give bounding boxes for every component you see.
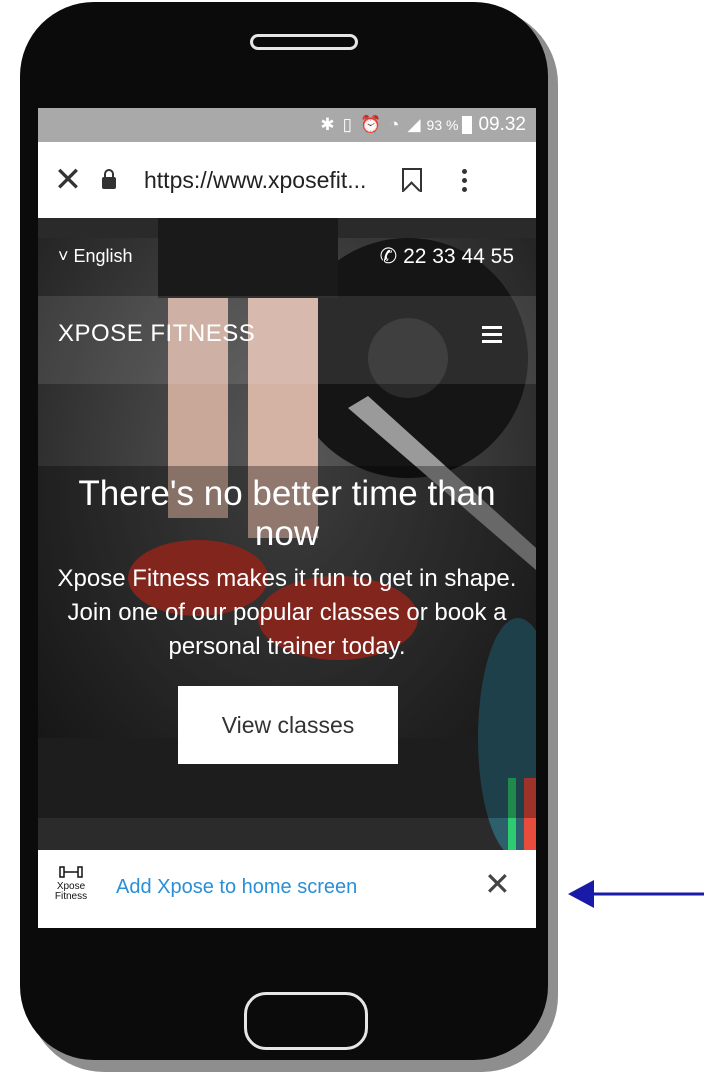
battery-icon [462, 116, 473, 134]
xpose-logo: Xpose Fitness [48, 864, 94, 902]
language-selector[interactable]: ˅ English [58, 246, 133, 267]
home-button[interactable] [244, 992, 368, 1050]
add-to-home-label[interactable]: Add Xpose to home screen [116, 876, 357, 899]
hamburger-menu-icon[interactable] [482, 326, 502, 347]
dismiss-banner-button[interactable]: ✕ [484, 868, 511, 900]
wifi-icon: ◔ [389, 115, 400, 134]
phone-link[interactable]: ✆ 22 33 44 55 [380, 244, 514, 269]
phone-screen: ✱ ▯ ⏰ ◔ ◢ 93 % 09.32 ✕ https://www.xpose… [38, 108, 536, 928]
hero-subtext: Xpose Fitness makes it fun to get in sha… [57, 565, 517, 660]
phone-speaker [250, 34, 358, 50]
status-bar: ✱ ▯ ⏰ ◔ ◢ 93 % 09.32 [38, 108, 536, 142]
language-label: English [73, 246, 133, 266]
bluetooth-icon: ✱ [320, 115, 335, 134]
overflow-menu-icon[interactable] [462, 168, 467, 192]
arrow-left-icon [568, 880, 704, 908]
dumbbell-icon [59, 866, 83, 878]
alarm-icon: ⏰ [360, 115, 382, 134]
chevron-down-icon: ˅ [58, 246, 69, 266]
status-time: 09.32 [478, 114, 526, 135]
add-to-home-screen-banner[interactable]: Xpose Fitness Add Xpose to home screen ✕ [38, 850, 536, 928]
view-classes-button[interactable]: View classes [178, 686, 398, 764]
hero-section: ˅ English ✆ 22 33 44 55 XPOSE FITNESS Th… [38, 218, 536, 850]
signal-icon: ◢ [407, 115, 421, 134]
site-logo[interactable]: XPOSE FITNESS [58, 320, 255, 348]
phone-number: 22 33 44 55 [403, 245, 514, 268]
close-tab-button[interactable]: ✕ [38, 163, 98, 197]
url-field[interactable]: https://www.xposefit... [144, 167, 390, 194]
hero-headline: There's no better time than now [78, 474, 496, 553]
logo-text-line2: Fitness [54, 891, 88, 902]
lock-icon[interactable] [98, 169, 120, 189]
battery-percent: 93 % [426, 117, 459, 133]
phone-icon: ✆ [379, 245, 398, 268]
bookmark-icon[interactable] [402, 168, 422, 192]
browser-url-bar: ✕ https://www.xposefit... [38, 142, 536, 218]
vibrate-icon: ▯ [342, 115, 352, 134]
